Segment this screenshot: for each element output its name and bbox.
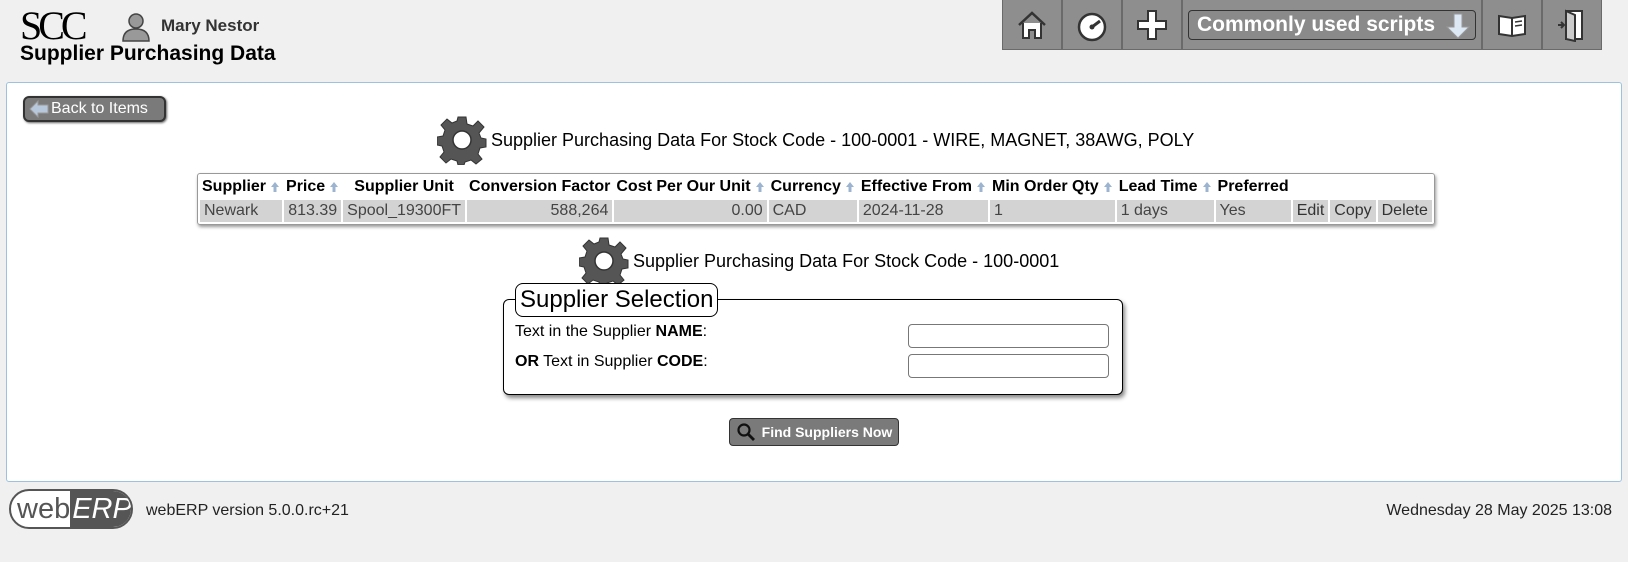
quick-add-button[interactable] (1122, 0, 1182, 50)
exit-door-icon (1558, 8, 1583, 42)
home-button[interactable] (1002, 0, 1062, 50)
user-name-link[interactable]: Mary Nestor (161, 16, 259, 36)
commonly-used-scripts-dropdown[interactable]: Commonly used scripts (1188, 9, 1476, 40)
gear-icon (579, 237, 629, 286)
user-icon[interactable] (122, 12, 150, 42)
sort-arrow-icon (977, 181, 985, 192)
col-effective-from[interactable]: Effective From (858, 176, 988, 198)
delete-link[interactable]: Delete (1377, 200, 1432, 222)
page-title: Supplier Purchasing Data (20, 42, 276, 65)
supplier-code-label-post: : (703, 353, 708, 370)
supplier-selection-legend: Supplier Selection (515, 283, 719, 317)
supplier-code-label-mid: Text in Supplier (539, 353, 657, 370)
col-currency[interactable]: Currency (768, 176, 857, 198)
sort-arrow-icon (271, 181, 280, 192)
weberp-logo-web: web (17, 493, 71, 525)
cell-cost-per-unit: 0.00 (614, 200, 767, 222)
weberp-logo[interactable]: web ERP (9, 489, 133, 529)
datetime-text: Wednesday 28 May 2025 13:08 (1386, 502, 1612, 519)
supplier-code-label-bold: CODE (657, 353, 704, 370)
cell-supplier: Newark (200, 200, 283, 222)
table-header-row: Supplier Price Supplier Unit Conversion … (200, 176, 1432, 198)
search-icon (737, 423, 755, 441)
main-panel: Back to Items Supplier Purchasing Data F… (6, 82, 1622, 482)
weberp-logo-erp: ERP (70, 491, 131, 527)
col-min-order-qty[interactable]: Min Order Qty (990, 176, 1115, 198)
cell-lead-time: 1 days (1116, 200, 1214, 222)
supplier-name-label-pre: Text in the Supplier (515, 323, 656, 340)
down-arrow-icon (1445, 13, 1471, 39)
cell-conversion-factor: 588,264 (467, 200, 613, 222)
cell-price: 813.39 (284, 200, 342, 222)
header: SCC Mary Nestor Supplier Purchasing Data (0, 0, 1628, 80)
col-supplier[interactable]: Supplier (200, 176, 283, 198)
col-conversion-factor-label: Conversion Factor (469, 178, 611, 195)
col-cost-per-unit-label: Cost Per Our Unit (616, 178, 751, 195)
edit-link[interactable]: Edit (1292, 200, 1329, 222)
col-lead-time-label: Lead Time (1118, 178, 1198, 195)
col-actions-copy (1330, 176, 1376, 198)
top-navigation: Commonly used scripts (1002, 0, 1602, 50)
logout-button[interactable] (1542, 0, 1602, 50)
back-to-items-button[interactable]: Back to Items (23, 96, 166, 122)
plus-icon (1137, 9, 1167, 40)
col-price[interactable]: Price (284, 176, 342, 198)
col-actions-delete (1377, 176, 1432, 198)
cell-currency: CAD (768, 200, 857, 222)
find-suppliers-label: Find Suppliers Now (761, 424, 893, 440)
cell-supplier-unit: Spool_19300FT (343, 200, 466, 222)
supplier-search-heading: Supplier Purchasing Data For Stock Code … (579, 236, 1059, 286)
supplier-name-label-post: : (702, 323, 708, 340)
scripts-dropdown-label: Commonly used scripts (1197, 12, 1436, 36)
col-min-order-qty-label: Min Order Qty (992, 178, 1099, 195)
find-suppliers-button[interactable]: Find Suppliers Now (729, 418, 899, 446)
supplier-name-input[interactable] (908, 324, 1109, 348)
supplier-purchasing-table: Supplier Price Supplier Unit Conversion … (197, 173, 1435, 225)
left-arrow-icon (29, 100, 49, 118)
copy-link[interactable]: Copy (1330, 200, 1376, 222)
dashboard-button[interactable] (1062, 0, 1122, 50)
stock-code-heading-text: Supplier Purchasing Data For Stock Code … (491, 129, 1195, 150)
company-logo: SCC (20, 3, 88, 48)
version-text: webERP version 5.0.0.rc+21 (146, 502, 349, 519)
sort-arrow-icon (1202, 181, 1211, 192)
col-supplier-unit: Supplier Unit (343, 176, 466, 198)
gear-icon (437, 116, 487, 165)
table-row: Newark 813.39 Spool_19300FT 588,264 0.00… (200, 200, 1432, 222)
col-lead-time[interactable]: Lead Time (1116, 176, 1214, 198)
col-cost-per-unit[interactable]: Cost Per Our Unit (614, 176, 767, 198)
supplier-code-label: OR Text in Supplier CODE: (515, 353, 708, 371)
supplier-code-input[interactable] (908, 354, 1109, 378)
home-icon (1018, 10, 1046, 39)
col-supplier-unit-label: Supplier Unit (354, 178, 454, 195)
col-supplier-label: Supplier (202, 178, 267, 195)
back-to-items-label: Back to Items (51, 100, 148, 117)
col-preferred-label: Preferred (1217, 178, 1289, 195)
supplier-code-label-or: OR (515, 353, 539, 370)
speedometer-icon (1077, 12, 1107, 41)
col-price-label: Price (286, 178, 326, 195)
supplier-search-heading-text: Supplier Purchasing Data For Stock Code … (633, 250, 1060, 271)
col-effective-from-label: Effective From (860, 178, 972, 195)
cell-effective-from: 2024-11-28 (858, 200, 988, 222)
book-icon (1498, 14, 1526, 37)
sort-arrow-icon (1103, 181, 1112, 192)
scripts-menu-container: Commonly used scripts (1182, 0, 1482, 50)
sort-arrow-icon (845, 181, 854, 192)
sort-arrow-icon (330, 181, 339, 192)
supplier-name-label-bold: NAME (655, 323, 703, 340)
stock-code-heading: Supplier Purchasing Data For Stock Code … (437, 115, 1194, 165)
cell-preferred: Yes (1215, 200, 1291, 222)
cell-min-order-qty: 1 (990, 200, 1115, 222)
col-actions-edit (1292, 176, 1329, 198)
col-conversion-factor: Conversion Factor (467, 176, 613, 198)
col-currency-label: Currency (770, 178, 841, 195)
supplier-name-label: Text in the Supplier NAME: (515, 323, 707, 341)
manual-button[interactable] (1482, 0, 1542, 50)
sort-arrow-icon (755, 181, 764, 192)
col-preferred: Preferred (1215, 176, 1291, 198)
